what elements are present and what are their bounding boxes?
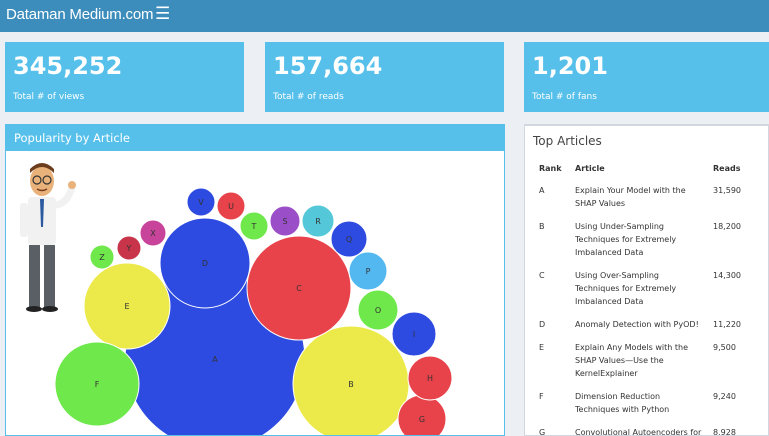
reads-cell: 8,928 xyxy=(713,428,736,436)
bubble-label: O xyxy=(375,306,381,315)
table-row[interactable]: F Dimension Reduction Techniques with Pyt… xyxy=(533,385,757,421)
bubble-label: I xyxy=(413,330,415,339)
table-row[interactable]: E Explain Any Models with the SHAP Values… xyxy=(533,336,757,385)
table-row[interactable]: G Convolutional Autoencoders for 8,928 xyxy=(533,421,757,436)
fans-stat-box: 1,201 Total # of fans xyxy=(524,42,769,112)
rank-cell: G xyxy=(539,428,546,436)
article-cell: Anomaly Detection with PyOD! xyxy=(575,320,699,329)
article-cell: Convolutional Autoencoders for xyxy=(575,428,702,436)
reads-cell: 11,220 xyxy=(713,320,741,329)
bubble-label: R xyxy=(315,217,321,226)
bubble-label: Y xyxy=(126,244,132,253)
bubble-label: U xyxy=(228,202,234,211)
top-navbar: Dataman Medium.com ☰ xyxy=(0,0,769,32)
reads-label: Total # of reads xyxy=(273,92,344,102)
hamburger-menu-icon[interactable]: ☰ xyxy=(155,4,170,24)
top-articles-title: Top Articles xyxy=(533,134,602,148)
col-reads: Reads xyxy=(713,164,741,173)
bubble-label: S xyxy=(282,217,287,226)
bubble-chart-svg: A B C D E F G H I O P Q R S T U V X Y Z xyxy=(20,163,453,435)
bubble-label: T xyxy=(251,222,257,231)
bubble-label: H xyxy=(427,374,433,383)
fans-count: 1,201 xyxy=(532,52,608,80)
bubble-label: Q xyxy=(346,235,352,244)
bubble-label: C xyxy=(296,284,302,293)
bubble-label: Z xyxy=(99,253,105,262)
bubble-label: B xyxy=(348,380,354,389)
article-cell: Explain Any Models with the SHAP Values—… xyxy=(575,343,689,378)
bubble-label: V xyxy=(198,198,204,207)
table-row[interactable]: D Anomaly Detection with PyOD! 11,220 xyxy=(533,313,757,336)
table-row[interactable]: C Using Over-Sampling Techniques for Extr… xyxy=(533,264,757,313)
rank-cell: B xyxy=(539,222,545,231)
reads-count: 157,664 xyxy=(273,52,383,80)
reads-cell: 18,200 xyxy=(713,222,741,231)
bubble-label: E xyxy=(124,302,129,311)
top-articles-panel: Top Articles Rank Article Reads A Explain… xyxy=(524,124,769,436)
article-cell: Dimension Reduction Techniques with Pyth… xyxy=(575,392,670,414)
col-article: Article xyxy=(575,164,605,173)
top-articles-table: Rank Article Reads A Explain Your Model w… xyxy=(533,158,757,436)
rank-cell: A xyxy=(539,186,545,195)
bubble-label: D xyxy=(202,259,208,268)
views-label: Total # of views xyxy=(13,92,85,102)
bubble-label: A xyxy=(212,355,218,364)
article-cell: Using Over-Sampling Techniques for Extre… xyxy=(575,271,677,306)
reads-cell: 14,300 xyxy=(713,271,741,280)
col-rank: Rank xyxy=(539,164,562,173)
reads-stat-box: 157,664 Total # of reads xyxy=(265,42,504,112)
bubble-chart: A B C D E F G H I O P Q R S T U V X Y Z xyxy=(6,151,504,435)
table-row[interactable]: A Explain Your Model with the SHAP Values… xyxy=(533,179,757,215)
rank-cell: F xyxy=(539,392,544,401)
reads-cell: 9,240 xyxy=(713,392,736,401)
article-cell: Using Under-Sampling Techniques for Extr… xyxy=(575,222,677,257)
rank-cell: E xyxy=(539,343,545,352)
fans-label: Total # of fans xyxy=(532,92,597,102)
views-stat-box: 345,252 Total # of views xyxy=(5,42,244,112)
popularity-panel: Popularity by Article A B C D E F G H I O P Q R S T U V xyxy=(5,124,505,436)
bubble-label: G xyxy=(419,415,425,424)
popularity-title: Popularity by Article xyxy=(6,125,504,151)
table-row[interactable]: B Using Under-Sampling Techniques for Ext… xyxy=(533,215,757,264)
bubble-label: F xyxy=(95,380,100,389)
reads-cell: 31,590 xyxy=(713,186,741,195)
cartoon-person-image xyxy=(20,163,76,312)
rank-cell: D xyxy=(539,320,546,329)
article-cell: Explain Your Model with the SHAP Values xyxy=(575,186,686,208)
bubble-label: P xyxy=(366,267,371,276)
reads-cell: 9,500 xyxy=(713,343,736,352)
bubble-label: X xyxy=(150,229,156,238)
table-header-row: Rank Article Reads xyxy=(533,158,757,179)
views-count: 345,252 xyxy=(13,52,123,80)
rank-cell: C xyxy=(539,271,545,280)
brand-title[interactable]: Dataman Medium.com xyxy=(6,6,153,23)
